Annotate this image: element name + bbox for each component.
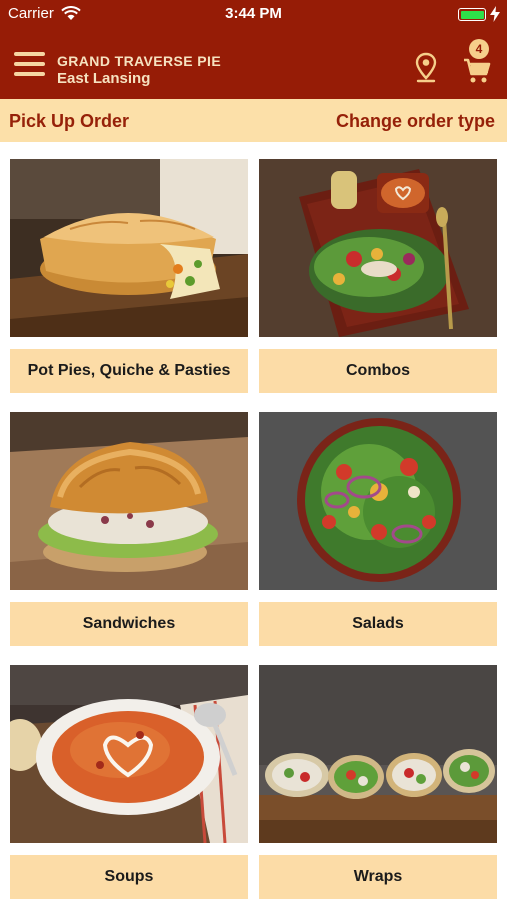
sandwich-photo (10, 412, 248, 590)
status-bar: Carrier 3:44 PM (0, 0, 507, 28)
category-label: Soups (10, 855, 248, 899)
category-label: Salads (259, 602, 497, 646)
soup-photo (10, 665, 248, 843)
salad-photo (259, 412, 497, 590)
order-type-label: Pick Up Order (9, 111, 130, 131)
app-header: GRAND TRAVERSE PIE East Lansing 4 (0, 28, 507, 99)
order-type-bar: Pick Up Order Change order type (0, 99, 507, 142)
category-label: Sandwiches (10, 602, 248, 646)
store-name: GRAND TRAVERSE PIE (57, 53, 222, 69)
wraps-photo (259, 665, 497, 843)
category-label: Pot Pies, Quiche & Pasties (10, 349, 248, 393)
category-label: Wraps (259, 855, 497, 899)
hamburger-menu-icon[interactable] (14, 52, 45, 76)
map-pin-icon[interactable] (414, 52, 438, 84)
cart-button[interactable]: 4 (463, 38, 493, 84)
battery-icon (458, 8, 486, 21)
store-location: East Lansing (57, 70, 151, 87)
pot-pie-photo (10, 159, 248, 337)
clock: 3:44 PM (225, 5, 282, 22)
lightning-bolt-icon (490, 6, 500, 22)
category-label: Combos (259, 349, 497, 393)
combo-photo (259, 159, 497, 337)
change-order-type-link[interactable]: Change order type (336, 111, 495, 132)
shopping-cart-icon (464, 58, 491, 83)
cart-count-badge: 4 (469, 39, 489, 59)
